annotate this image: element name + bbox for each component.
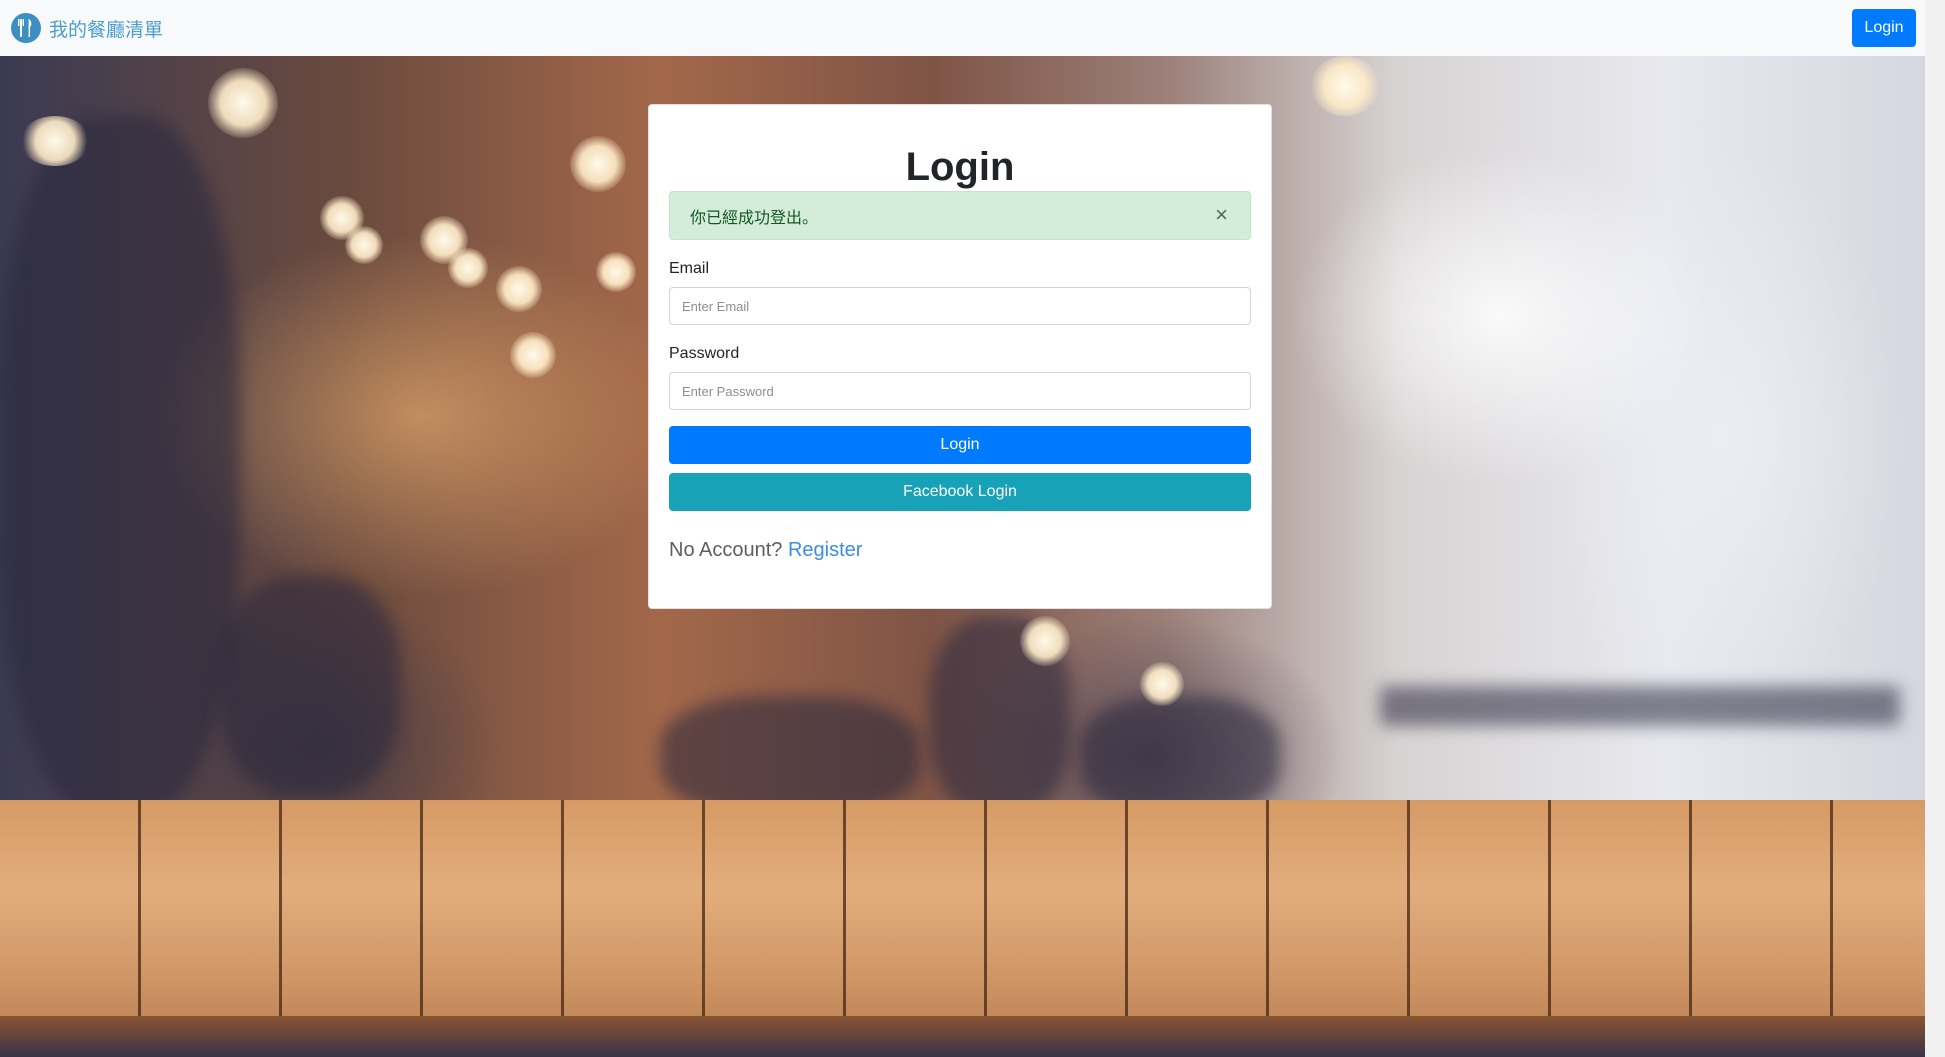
brand-title: 我的餐廳清單 — [49, 18, 164, 41]
email-label: Email — [669, 260, 710, 277]
brand-link[interactable]: 我的餐廳清單 — [11, 13, 163, 43]
utensils-icon — [11, 13, 41, 43]
email-field[interactable] — [669, 287, 1251, 325]
login-button[interactable]: Login — [669, 426, 1251, 464]
scrollbar-track[interactable] — [1925, 0, 1945, 1057]
register-link[interactable]: Register — [788, 539, 862, 561]
logout-success-alert: 你已經成功登出。 × — [669, 191, 1251, 240]
facebook-login-button[interactable]: Facebook Login — [669, 473, 1251, 511]
table-edge — [0, 1016, 1940, 1057]
page-title: Login — [905, 145, 1015, 189]
close-icon[interactable]: × — [1215, 204, 1228, 226]
no-account-text: No Account? — [669, 539, 783, 561]
top-navbar: 我的餐廳清單 Login — [0, 0, 1925, 56]
password-field[interactable] — [669, 372, 1251, 410]
alert-message: 你已經成功登出。 — [690, 207, 819, 227]
login-card: Login 你已經成功登出。 × Email Password Login Fa… — [648, 104, 1272, 609]
register-prompt: No Account? Register — [669, 539, 1251, 562]
password-label: Password — [669, 345, 740, 362]
navbar-login-button[interactable]: Login — [1852, 9, 1916, 47]
